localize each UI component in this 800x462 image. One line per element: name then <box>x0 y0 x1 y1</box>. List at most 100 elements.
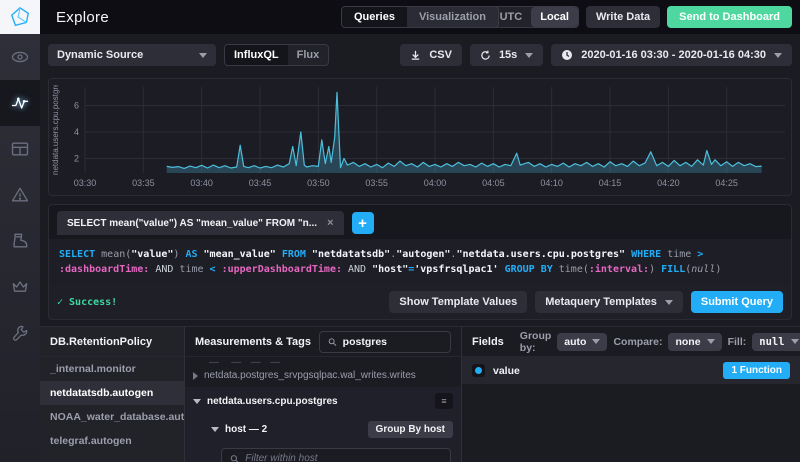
eye-icon <box>10 47 30 67</box>
measurement-expanded-block: netdata.users.cpu.postgres ≡ host — 2 Gr… <box>185 387 461 462</box>
time-range-dropdown[interactable]: 2020-01-16 03:30 - 2020-01-16 04:30 <box>551 44 792 66</box>
compare-label: Compare: <box>613 336 662 348</box>
chevron-down-icon <box>774 53 782 58</box>
query-tab-label: SELECT mean("value") AS "mean_value" FRO… <box>67 218 317 229</box>
measurements-column: Measurements & Tags ― ‥ ―‥ ― ‥― netdata.… <box>185 327 462 462</box>
tag-key-row[interactable]: host — 2 Group By host <box>203 415 461 444</box>
flux-toggle[interactable]: Flux <box>288 45 329 65</box>
explore-chart-svg[interactable]: 03:30 03:35 03:40 03:45 03:50 03:55 04:00 04:05… <box>49 79 791 193</box>
sidebar-item-dashboards[interactable] <box>0 126 40 172</box>
svg-text:4: 4 <box>74 127 79 137</box>
add-query-tab-button[interactable]: + <box>352 212 374 234</box>
svg-text:03:50: 03:50 <box>307 178 330 188</box>
show-template-values-button[interactable]: Show Template Values <box>389 291 527 313</box>
svg-text:04:10: 04:10 <box>540 178 563 188</box>
crown-icon <box>10 277 30 297</box>
query-tab-bar: SELECT mean("value") AS "mean_value" FRO… <box>49 205 791 239</box>
tag-filter-input[interactable] <box>245 453 442 462</box>
close-icon[interactable]: × <box>327 217 333 229</box>
sidebar-item-configuration[interactable] <box>0 310 40 356</box>
db-item[interactable]: telegraf.autogen <box>40 429 184 453</box>
search-icon <box>230 454 239 462</box>
source-dropdown[interactable]: Dynamic Source <box>48 44 216 66</box>
search-icon <box>328 337 337 347</box>
svg-text:6: 6 <box>74 101 79 111</box>
source-dropdown-value: Dynamic Source <box>57 49 143 61</box>
measurement-menu-button[interactable]: ≡ <box>435 393 453 409</box>
checkbox-checked-icon[interactable] <box>472 364 485 377</box>
db-item[interactable]: NOAA_water_database.autogen <box>40 405 184 429</box>
wrench-icon <box>10 323 30 343</box>
measurements-search-input[interactable] <box>343 336 442 348</box>
sidebar-item-host-list[interactable] <box>0 34 40 80</box>
tab-queries[interactable]: Queries <box>342 7 407 27</box>
query-success-status: ✓ Success! <box>57 297 117 308</box>
measurement-item[interactable]: netdata.postgres_srvpgsqlpac.wal_writes.… <box>185 364 461 387</box>
svg-text:03:55: 03:55 <box>365 178 388 188</box>
function-count-button[interactable]: 1 Function <box>723 362 790 379</box>
caret-right-icon <box>193 372 198 380</box>
svg-text:2: 2 <box>74 153 79 163</box>
measurement-item-clipped: ― ‥ ―‥ ― ‥― <box>185 357 461 364</box>
chevron-down-icon <box>199 53 207 58</box>
influxql-toggle[interactable]: InfluxQL <box>225 45 288 65</box>
svg-text:03:30: 03:30 <box>74 178 97 188</box>
db-item-selected[interactable]: netdatatsdb.autogen <box>40 381 184 405</box>
svg-text:04:00: 04:00 <box>424 178 447 188</box>
download-icon <box>410 50 421 61</box>
metaquery-templates-dropdown[interactable]: Metaquery Templates <box>535 291 683 313</box>
measurements-column-header: Measurements & Tags <box>195 336 311 348</box>
dashboards-grid-icon <box>10 139 30 159</box>
caret-down-icon <box>211 427 219 432</box>
chevron-down-icon <box>665 300 673 305</box>
auto-refresh-dropdown[interactable]: 15s <box>470 44 543 66</box>
fill-dropdown[interactable]: null <box>752 333 800 351</box>
query-editor-code[interactable]: SELECT mean("value") AS "mean_value" FRO… <box>49 239 791 285</box>
svg-text:03:40: 03:40 <box>190 178 213 188</box>
field-row-value[interactable]: value 1 Function <box>462 357 800 384</box>
app-window: Explore Queries Visualization ? UTC Loca… <box>0 0 800 462</box>
schema-builder: DB.RetentionPolicy _internal.monitor net… <box>40 326 800 462</box>
sidebar-item-kapacitor[interactable] <box>0 218 40 264</box>
db-retention-column: DB.RetentionPolicy _internal.monitor net… <box>40 327 185 462</box>
queries-visualization-toggle: Queries Visualization <box>341 6 499 28</box>
svg-text:04:05: 04:05 <box>482 178 505 188</box>
sidebar-nav <box>0 0 40 462</box>
tag-filter[interactable] <box>221 448 451 462</box>
group-by-dropdown[interactable]: auto <box>557 333 607 351</box>
send-to-dashboard-button[interactable]: Send to Dashboard <box>667 6 792 28</box>
measurements-search[interactable] <box>319 331 451 353</box>
db-column-header: DB.RetentionPolicy <box>40 327 184 357</box>
fields-column: Fields Group by: auto Compare: none Fill… <box>462 327 800 462</box>
svg-text:03:45: 03:45 <box>249 178 272 188</box>
kapacitor-boot-icon <box>10 231 30 251</box>
svg-text:04:20: 04:20 <box>657 178 680 188</box>
local-toggle[interactable]: Local <box>531 7 578 27</box>
sidebar-item-admin[interactable] <box>0 264 40 310</box>
tab-visualization[interactable]: Visualization <box>407 7 498 27</box>
group-by-label: Group by: <box>520 330 552 354</box>
download-csv-button[interactable]: CSV <box>400 44 462 66</box>
caret-down-icon <box>193 399 201 404</box>
compare-dropdown[interactable]: none <box>668 333 721 351</box>
chronograf-logo[interactable] <box>0 0 40 34</box>
write-data-button[interactable]: Write Data <box>586 6 660 28</box>
fill-label: Fill: <box>728 336 747 348</box>
top-nav: Explore Queries Visualization ? UTC Loca… <box>40 0 800 34</box>
svg-text:03:35: 03:35 <box>132 178 155 188</box>
fields-header-label: Fields <box>472 336 504 348</box>
query-tab[interactable]: SELECT mean("value") AS "mean_value" FRO… <box>57 211 344 235</box>
refresh-icon <box>480 50 491 61</box>
db-item[interactable]: _internal.monitor <box>40 357 184 381</box>
chevron-down-icon <box>592 339 600 344</box>
measurement-item-expanded[interactable]: netdata.users.cpu.postgres ≡ <box>185 387 461 415</box>
submit-query-button[interactable]: Submit Query <box>691 291 783 313</box>
svg-text:04:25: 04:25 <box>715 178 738 188</box>
clock-icon <box>561 49 573 61</box>
query-status-row: ✓ Success! Show Template Values Metaquer… <box>49 285 791 319</box>
sidebar-item-alerting[interactable] <box>0 172 40 218</box>
sidebar-item-data-explorer[interactable] <box>0 80 40 126</box>
chevron-down-icon <box>525 53 533 58</box>
group-by-host-button[interactable]: Group By host <box>368 421 453 438</box>
timezone-toggle: UTC Local <box>490 6 579 28</box>
